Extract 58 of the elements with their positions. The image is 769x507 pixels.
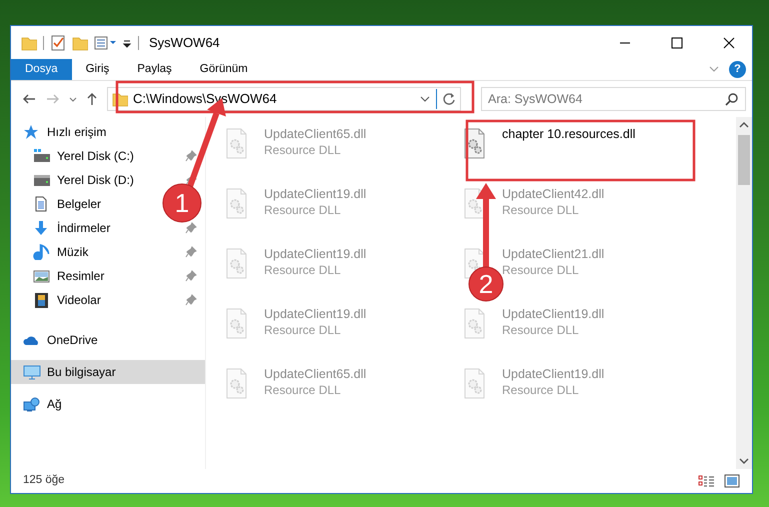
maximize-icon — [670, 36, 684, 48]
sidebar-item[interactable]: Hızlı erişim — [11, 120, 114, 144]
checklist-icon[interactable] — [50, 34, 66, 50]
disk-drive-icon — [33, 148, 51, 164]
help-button[interactable]: ? — [729, 61, 746, 78]
file-type: Resource DLL — [264, 202, 342, 218]
scroll-up-icon[interactable] — [739, 121, 749, 129]
pin-icon[interactable] — [185, 270, 197, 282]
file-type: Resource DLL — [264, 382, 342, 398]
close-icon — [722, 36, 736, 48]
refresh-icon[interactable] — [442, 91, 456, 107]
sidebar-item[interactable]: Yerel Disk (C:) — [11, 144, 205, 168]
pin-icon[interactable] — [185, 222, 197, 234]
file-type: Resource DLL — [502, 202, 580, 218]
window-title: SysWOW64 — [149, 34, 220, 52]
step-number-badge: 2 — [468, 266, 504, 302]
film-icon — [33, 292, 51, 308]
disk-drive-icon — [33, 172, 51, 188]
address-path: C:\Windows\SysWOW64 — [133, 90, 278, 108]
folder-icon[interactable] — [21, 34, 37, 50]
ribbon-tab[interactable]: Paylaş — [123, 59, 186, 80]
file-type: Resource DLL — [264, 322, 342, 338]
network-icon — [23, 396, 41, 412]
music-note-icon — [33, 244, 51, 260]
ribbon-tab[interactable]: Giriş — [72, 59, 124, 80]
picture-icon — [33, 268, 51, 284]
file-type: Resource DLL — [502, 382, 580, 398]
sidebar-item[interactable]: Belgeler — [11, 192, 110, 216]
sidebar-item[interactable]: Resimler — [11, 264, 205, 288]
pin-icon[interactable] — [185, 246, 197, 258]
computer-icon — [23, 364, 41, 380]
details-view-icon[interactable] — [698, 474, 716, 488]
scroll-down-icon[interactable] — [739, 457, 749, 465]
ribbon-tab[interactable]: Görünüm — [186, 59, 262, 80]
address-field[interactable]: C:\Windows\SysWOW64 — [107, 87, 461, 111]
pin-icon[interactable] — [185, 150, 197, 162]
sidebar-item[interactable]: Ağ — [11, 392, 70, 416]
step-number-badge: 1 — [162, 184, 202, 222]
sidebar-item[interactable]: OneDrive — [11, 328, 106, 352]
pin-icon[interactable] — [185, 294, 197, 306]
scroll-thumb[interactable] — [738, 135, 750, 185]
large-icons-view-icon[interactable] — [724, 474, 740, 488]
file-type: Resource DLL — [502, 262, 580, 278]
sidebar-item[interactable]: Müzik — [11, 240, 205, 264]
up-arrow-icon[interactable] — [85, 91, 99, 107]
item-count: 125 öğe — [23, 473, 65, 488]
sidebar-item[interactable]: Videolar — [11, 288, 205, 312]
folder-icon[interactable] — [72, 34, 88, 50]
search-field[interactable]: Ara: SysWOW64 — [481, 87, 746, 111]
scrollbar[interactable] — [736, 117, 752, 469]
sidebar-item[interactable]: Bu bilgisayar — [11, 360, 205, 384]
ribbon-tab[interactable]: Dosya — [11, 59, 72, 80]
file-type: Resource DLL — [264, 142, 342, 158]
properties-icon[interactable] — [94, 34, 116, 50]
file-type: Resource DLL — [502, 322, 580, 338]
file-name[interactable]: chapter 10.resources.dll — [502, 126, 636, 142]
search-icon[interactable] — [725, 92, 739, 106]
file-type: Resource DLL — [264, 262, 342, 278]
